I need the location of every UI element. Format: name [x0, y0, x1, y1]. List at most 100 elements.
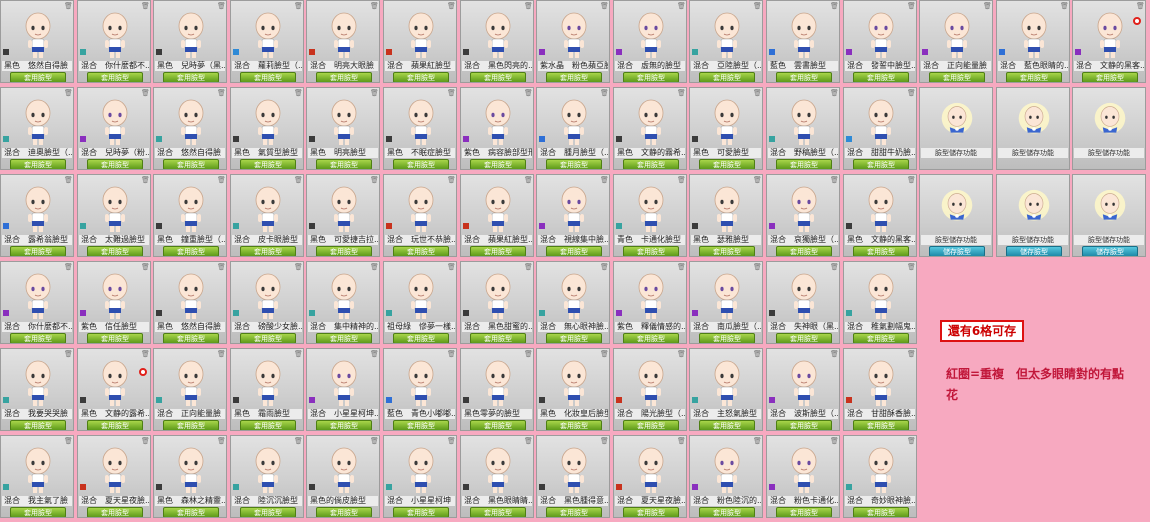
apply-face-button[interactable]: 套用臉型 [546, 246, 602, 256]
apply-face-button[interactable]: 套用臉型 [546, 72, 602, 82]
trash-icon[interactable]: 🗑 [830, 263, 839, 271]
trash-icon[interactable]: 🗑 [907, 263, 916, 271]
apply-face-button[interactable]: 套用臉型 [699, 246, 755, 256]
trash-icon[interactable]: 🗑 [294, 176, 303, 184]
trash-icon[interactable]: 🗑 [524, 2, 533, 10]
apply-face-button[interactable]: 套用臉型 [853, 420, 909, 430]
trash-icon[interactable]: 🗑 [600, 176, 609, 184]
trash-icon[interactable]: 🗑 [907, 176, 916, 184]
apply-face-button[interactable]: 套用臉型 [776, 420, 832, 430]
apply-face-button[interactable]: 套用臉型 [470, 159, 526, 169]
apply-face-button[interactable]: 套用臉型 [316, 246, 372, 256]
trash-icon[interactable]: 🗑 [141, 89, 150, 97]
trash-icon[interactable]: 🗑 [753, 89, 762, 97]
trash-icon[interactable]: 🗑 [370, 176, 379, 184]
trash-icon[interactable]: 🗑 [370, 263, 379, 271]
trash-icon[interactable]: 🗑 [294, 437, 303, 445]
trash-icon[interactable]: 🗑 [677, 89, 686, 97]
apply-face-button[interactable]: 套用臉型 [87, 333, 143, 343]
apply-face-button[interactable]: 套用臉型 [853, 333, 909, 343]
apply-face-button[interactable]: 套用臉型 [316, 72, 372, 82]
trash-icon[interactable]: 🗑 [64, 263, 73, 271]
apply-face-button[interactable]: 套用臉型 [853, 507, 909, 517]
apply-face-button[interactable]: 套用臉型 [623, 72, 679, 82]
apply-face-button[interactable]: 套用臉型 [240, 333, 296, 343]
apply-face-button[interactable]: 套用臉型 [10, 333, 66, 343]
apply-face-button[interactable]: 套用臉型 [87, 159, 143, 169]
trash-icon[interactable]: 🗑 [447, 89, 456, 97]
trash-icon[interactable]: 🗑 [830, 89, 839, 97]
trash-icon[interactable]: 🗑 [983, 2, 992, 10]
trash-icon[interactable]: 🗑 [370, 2, 379, 10]
apply-face-button[interactable]: 套用臉型 [87, 72, 143, 82]
apply-face-button[interactable]: 套用臉型 [393, 507, 449, 517]
trash-icon[interactable]: 🗑 [217, 263, 226, 271]
trash-icon[interactable]: 🗑 [600, 350, 609, 358]
apply-face-button[interactable]: 套用臉型 [87, 420, 143, 430]
apply-face-button[interactable]: 套用臉型 [776, 159, 832, 169]
apply-face-button[interactable]: 套用臉型 [1006, 72, 1062, 82]
trash-icon[interactable]: 🗑 [447, 263, 456, 271]
trash-icon[interactable]: 🗑 [141, 437, 150, 445]
apply-face-button[interactable]: 套用臉型 [853, 72, 909, 82]
trash-icon[interactable]: 🗑 [64, 350, 73, 358]
trash-icon[interactable]: 🗑 [141, 176, 150, 184]
trash-icon[interactable]: 🗑 [830, 437, 839, 445]
save-face-button[interactable]: 儲存臉型 [1006, 246, 1062, 256]
apply-face-button[interactable]: 套用臉型 [1082, 72, 1138, 82]
apply-face-button[interactable]: 套用臉型 [393, 246, 449, 256]
trash-icon[interactable]: 🗑 [830, 176, 839, 184]
trash-icon[interactable]: 🗑 [830, 350, 839, 358]
apply-face-button[interactable]: 套用臉型 [929, 72, 985, 82]
apply-face-button[interactable]: 套用臉型 [163, 159, 219, 169]
apply-face-button[interactable]: 套用臉型 [10, 72, 66, 82]
trash-icon[interactable]: 🗑 [447, 437, 456, 445]
trash-icon[interactable]: 🗑 [907, 2, 916, 10]
trash-icon[interactable]: 🗑 [64, 89, 73, 97]
apply-face-button[interactable]: 套用臉型 [163, 333, 219, 343]
apply-face-button[interactable]: 套用臉型 [393, 333, 449, 343]
trash-icon[interactable]: 🗑 [64, 176, 73, 184]
apply-face-button[interactable]: 套用臉型 [699, 420, 755, 430]
apply-face-button[interactable]: 套用臉型 [470, 507, 526, 517]
apply-face-button[interactable]: 套用臉型 [240, 246, 296, 256]
apply-face-button[interactable]: 套用臉型 [623, 246, 679, 256]
apply-face-button[interactable]: 套用臉型 [470, 72, 526, 82]
apply-face-button[interactable]: 套用臉型 [699, 333, 755, 343]
trash-icon[interactable]: 🗑 [141, 2, 150, 10]
trash-icon[interactable]: 🗑 [677, 437, 686, 445]
apply-face-button[interactable]: 套用臉型 [10, 420, 66, 430]
trash-icon[interactable]: 🗑 [217, 437, 226, 445]
apply-face-button[interactable]: 套用臉型 [393, 72, 449, 82]
trash-icon[interactable]: 🗑 [294, 2, 303, 10]
apply-face-button[interactable]: 套用臉型 [546, 159, 602, 169]
trash-icon[interactable]: 🗑 [753, 176, 762, 184]
apply-face-button[interactable]: 套用臉型 [240, 420, 296, 430]
apply-face-button[interactable]: 套用臉型 [316, 507, 372, 517]
apply-face-button[interactable]: 套用臉型 [163, 246, 219, 256]
apply-face-button[interactable]: 套用臉型 [316, 159, 372, 169]
save-face-button[interactable]: 儲存臉型 [929, 246, 985, 256]
apply-face-button[interactable]: 套用臉型 [546, 333, 602, 343]
trash-icon[interactable]: 🗑 [907, 350, 916, 358]
apply-face-button[interactable]: 套用臉型 [776, 333, 832, 343]
trash-icon[interactable]: 🗑 [524, 350, 533, 358]
trash-icon[interactable]: 🗑 [1136, 2, 1145, 10]
trash-icon[interactable]: 🗑 [217, 350, 226, 358]
trash-icon[interactable]: 🗑 [64, 437, 73, 445]
apply-face-button[interactable]: 套用臉型 [240, 159, 296, 169]
trash-icon[interactable]: 🗑 [753, 437, 762, 445]
apply-face-button[interactable]: 套用臉型 [546, 507, 602, 517]
trash-icon[interactable]: 🗑 [370, 350, 379, 358]
apply-face-button[interactable]: 套用臉型 [87, 246, 143, 256]
save-face-button[interactable]: 儲存臉型 [1082, 246, 1138, 256]
apply-face-button[interactable]: 套用臉型 [163, 507, 219, 517]
trash-icon[interactable]: 🗑 [600, 263, 609, 271]
trash-icon[interactable]: 🗑 [294, 263, 303, 271]
apply-face-button[interactable]: 套用臉型 [163, 420, 219, 430]
trash-icon[interactable]: 🗑 [217, 2, 226, 10]
apply-face-button[interactable]: 套用臉型 [10, 507, 66, 517]
apply-face-button[interactable]: 套用臉型 [623, 507, 679, 517]
trash-icon[interactable]: 🗑 [677, 176, 686, 184]
apply-face-button[interactable]: 套用臉型 [699, 72, 755, 82]
